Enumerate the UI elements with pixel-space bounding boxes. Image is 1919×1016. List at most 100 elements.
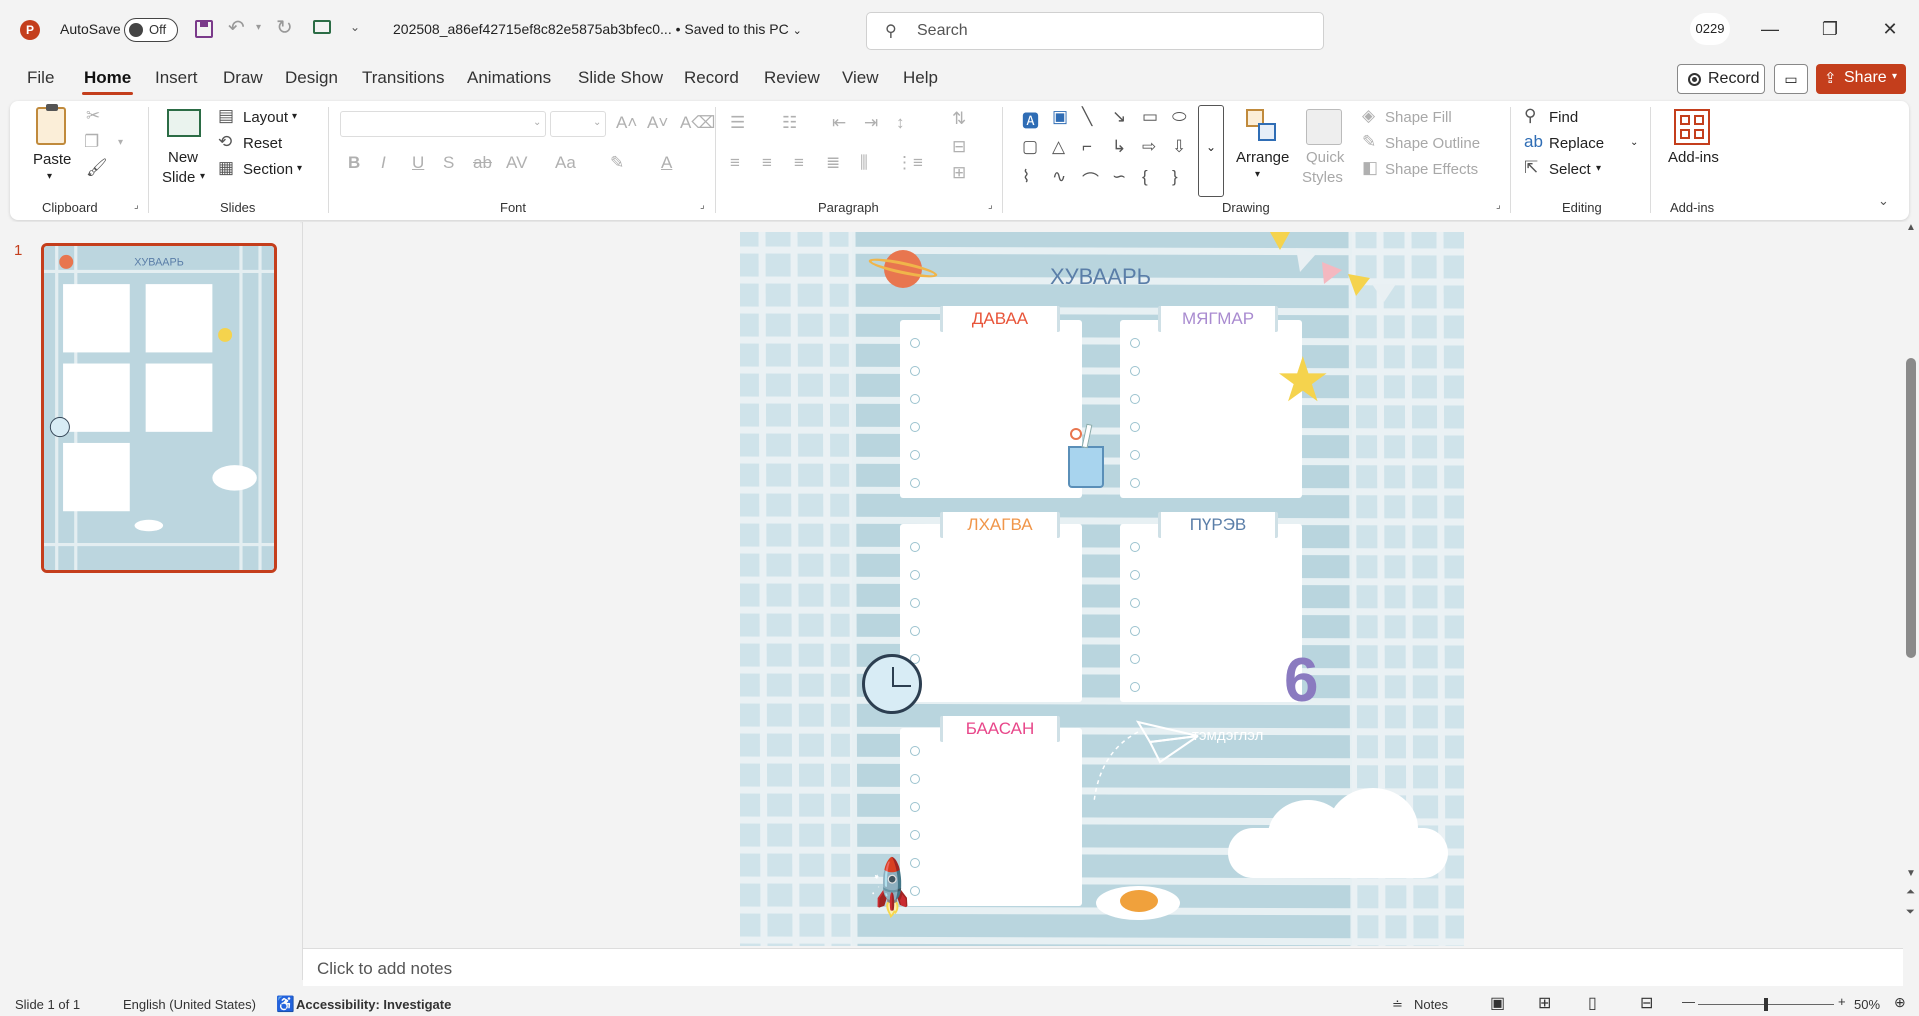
day-label-thursday[interactable]: ПҮРЭВ <box>1158 512 1278 538</box>
slide-indicator[interactable]: Slide 1 of 1 <box>15 997 80 1012</box>
chevron-down-icon[interactable]: ▾ <box>292 111 297 122</box>
document-title[interactable]: 202508_a86ef42715ef8c82e5875ab3bfec0... … <box>393 21 802 37</box>
chevron-down-icon[interactable]: ▾ <box>200 171 205 182</box>
down-arrow-icon[interactable]: ⇩ <box>1172 137 1186 157</box>
minimize-icon[interactable]: — <box>1755 14 1785 44</box>
tab-design[interactable]: Design <box>285 68 338 88</box>
bold-button[interactable]: B <box>348 153 360 173</box>
scrollbar-thumb[interactable] <box>1906 358 1916 658</box>
scroll-down-icon[interactable]: ▼ <box>1906 868 1916 879</box>
change-case-button[interactable]: Aa <box>555 153 576 173</box>
shape-outline-button[interactable]: Shape Outline <box>1385 135 1480 152</box>
clear-format-icon[interactable]: A⌫ <box>680 113 715 133</box>
normal-view-icon[interactable]: ▣ <box>1490 993 1505 1013</box>
dialog-launcher-icon[interactable]: ⌟ <box>700 200 705 211</box>
columns-icon[interactable]: ⫼ <box>860 153 868 173</box>
tab-file[interactable]: File <box>27 68 54 88</box>
shadow-button[interactable]: S <box>443 153 454 173</box>
chevron-down-icon[interactable]: ▾ <box>256 22 261 33</box>
slide-sorter-icon[interactable]: ⊞ <box>1538 993 1551 1013</box>
curve-icon[interactable]: ∽ <box>1112 167 1126 187</box>
increase-font-icon[interactable]: A˄ <box>616 113 637 133</box>
new-slide-label-1[interactable]: New <box>168 149 198 166</box>
slide-thumbnail[interactable]: ХУВААРЬ <box>41 243 277 573</box>
columns-dropdown-icon[interactable]: ⋮≡ <box>896 153 923 173</box>
day-label-wednesday[interactable]: ЛХАГВА <box>940 512 1060 538</box>
day-card-wednesday[interactable] <box>900 524 1082 702</box>
font-color-icon[interactable]: A <box>661 153 672 173</box>
day-card-thursday[interactable] <box>1120 524 1302 702</box>
find-button[interactable]: Find <box>1549 109 1578 126</box>
line-icon[interactable]: ╲ <box>1082 107 1092 127</box>
tab-slide-show[interactable]: Slide Show <box>578 68 663 88</box>
align-right-icon[interactable]: ≡ <box>794 153 804 173</box>
day-card-monday[interactable] <box>900 320 1082 498</box>
tab-insert[interactable]: Insert <box>155 68 198 88</box>
highlight-icon[interactable]: ✎ <box>610 153 624 173</box>
tab-record[interactable]: Record <box>684 68 739 88</box>
quick-styles-label-1[interactable]: Quick <box>1306 149 1344 166</box>
arrange-icon[interactable] <box>1246 109 1276 143</box>
zoom-slider-handle[interactable] <box>1764 998 1768 1011</box>
collapse-ribbon-icon[interactable]: ⌄ <box>1878 193 1889 209</box>
rectangle-icon[interactable]: ▭ <box>1142 107 1158 127</box>
tab-draw[interactable]: Draw <box>223 68 263 88</box>
text-box-icon[interactable]: 🅰 <box>1022 107 1039 132</box>
oval-icon[interactable]: ⬭ <box>1172 107 1187 127</box>
triangle-icon[interactable]: △ <box>1052 137 1065 157</box>
zoom-out-icon[interactable]: — <box>1682 994 1695 1009</box>
chevron-down-icon[interactable]: ▾ <box>118 137 123 148</box>
cut-icon[interactable]: ✂ <box>86 106 100 126</box>
share-button[interactable]: ⇪ Share ▾ <box>1816 64 1906 94</box>
add-ins-icon[interactable] <box>1674 109 1710 145</box>
format-painter-icon[interactable]: 🖌 <box>86 158 108 178</box>
layout-button[interactable]: Layout <box>243 109 288 126</box>
dialog-launcher-icon[interactable]: ⌟ <box>1496 200 1501 211</box>
tab-help[interactable]: Help <box>903 68 938 88</box>
add-ins-button[interactable]: Add-ins <box>1668 149 1719 166</box>
shapes-more-button[interactable]: ⌄ <box>1198 105 1224 197</box>
tab-home[interactable]: Home <box>81 68 134 95</box>
next-slide-icon[interactable]: ⏷ <box>1906 906 1915 919</box>
comments-button[interactable]: ▭ <box>1774 64 1808 94</box>
undo-icon[interactable]: ↶ <box>228 15 245 40</box>
right-brace-icon[interactable]: } <box>1172 167 1178 187</box>
chevron-down-icon[interactable]: ▾ <box>47 171 52 182</box>
numbering-icon[interactable]: ☷ <box>782 113 797 133</box>
chevron-down-icon[interactable]: ⌄ <box>1630 137 1638 148</box>
decrease-font-icon[interactable]: A˅ <box>647 113 668 133</box>
quick-styles-icon[interactable] <box>1306 109 1342 145</box>
align-center-icon[interactable]: ≡ <box>762 153 772 173</box>
elbow-connector-icon[interactable]: ⌐ <box>1082 137 1092 157</box>
new-slide-label-2[interactable]: Slide <box>162 169 195 186</box>
day-card-friday[interactable] <box>900 728 1082 906</box>
bullets-icon[interactable]: ☰ <box>730 113 745 133</box>
elbow-arrow-icon[interactable]: ↳ <box>1112 137 1126 157</box>
chevron-down-icon[interactable]: ▾ <box>297 163 302 174</box>
record-button[interactable]: Record <box>1677 64 1765 94</box>
shape-effects-button[interactable]: Shape Effects <box>1385 161 1478 178</box>
slide-canvas[interactable]: ХУВААРЬ ДАВАА МЯГМАР ЛХАГВА ПҮРЭВ БААСАН… <box>740 232 1464 946</box>
smartart-icon[interactable]: ⊞ <box>952 163 966 183</box>
font-size-dropdown[interactable]: ⌄ <box>550 111 606 137</box>
character-spacing-button[interactable]: AV <box>506 153 527 173</box>
zoom-in-icon[interactable]: + <box>1838 994 1846 1009</box>
restore-icon[interactable]: ❐ <box>1815 14 1845 44</box>
dialog-launcher-icon[interactable]: ⌟ <box>988 200 993 211</box>
align-left-icon[interactable]: ≡ <box>730 153 740 173</box>
notes-pane[interactable]: Click to add notes <box>303 948 1903 986</box>
arrange-button[interactable]: Arrange <box>1236 149 1289 166</box>
close-icon[interactable]: ✕ <box>1875 14 1905 44</box>
accessibility-status[interactable]: Accessibility: Investigate <box>296 997 451 1012</box>
tab-animations[interactable]: Animations <box>467 68 551 88</box>
vertical-text-box-icon[interactable]: ▣ <box>1052 107 1068 127</box>
font-family-dropdown[interactable]: ⌄ <box>340 111 546 137</box>
scribble-icon[interactable]: ∿ <box>1052 167 1066 187</box>
redo-icon[interactable]: ↻ <box>276 15 293 40</box>
slideshow-view-icon[interactable]: ⊟ <box>1640 993 1653 1013</box>
quick-styles-label-2[interactable]: Styles <box>1302 169 1343 186</box>
justify-icon[interactable]: ≣ <box>826 153 840 173</box>
text-direction-icon[interactable]: ⇅ <box>952 109 966 129</box>
replace-button[interactable]: Replace <box>1549 135 1604 152</box>
tab-review[interactable]: Review <box>764 68 820 88</box>
